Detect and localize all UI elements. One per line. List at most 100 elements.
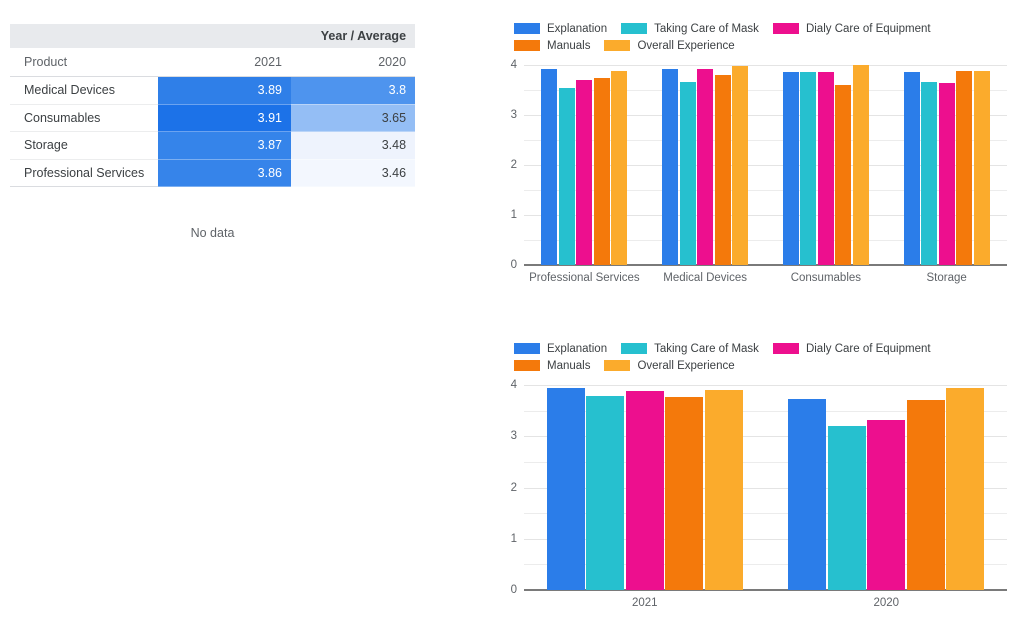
legend-swatch-icon [604,40,631,51]
legend-swatch-icon [772,343,799,354]
table-column-header-row: Product 2021 2020 [10,48,416,77]
x-axis-tick-label: Storage [926,272,967,284]
cell-2021: 3.87 [158,131,291,160]
legend-item[interactable]: Taking Care of Mask [621,20,759,37]
column-header-product[interactable]: Product [10,48,158,77]
table-group-header-label: Year / Average [320,29,407,43]
legend-label: Explanation [547,342,608,355]
bar[interactable] [973,71,990,265]
legend-swatch-icon [772,23,799,34]
cell-product: Consumables [10,104,158,132]
chart-by-year-plot-area: 0 1 2 3 4 2021 2020 [511,379,1007,609]
bar[interactable] [697,68,714,265]
legend-label: Manuals [547,359,591,372]
x-axis-tick-label: Medical Devices [663,272,747,284]
legend-label: Manuals [547,39,591,52]
legend-swatch-icon [514,360,540,371]
bar[interactable] [611,71,628,265]
bar[interactable] [835,85,852,265]
column-header-2021[interactable]: 2021 [158,48,291,77]
y-axis-tick-label: 1 [510,209,517,221]
legend-label: Taking Care of Mask [654,342,759,355]
legend-item[interactable]: Overall Experience [604,357,735,374]
legend-label: Dialy Care of Equipment [805,342,931,355]
table-row[interactable]: Storage 3.87 3.48 [10,131,416,160]
chart-by-product-plot: 0 1 2 3 4 Professional Services Medical Device… [511,59,1007,284]
bar[interactable] [576,79,593,265]
column-header-2020[interactable]: 2020 [291,48,416,77]
bar[interactable] [593,78,610,265]
cell-2020: 3.48 [291,131,416,160]
legend-item[interactable]: Manuals [514,37,590,54]
legend-item[interactable]: Explanation [514,20,607,37]
bar[interactable] [586,396,625,590]
bar[interactable] [541,68,558,265]
bar[interactable] [903,72,920,265]
bar-chart-by-year: Explanation Taking Care of Mask Dialy Care… [496,340,1016,615]
table-group-header-row: Year / Average [10,24,416,48]
dashboard-page: Year / Average Product 2021 2020 Medical… [0,0,1024,622]
bar[interactable] [921,81,938,265]
legend-label: Taking Care of Mask [654,22,759,35]
bar[interactable] [704,389,743,590]
no-data-message: No data [190,226,235,240]
y-axis-tick-label: 4 [510,379,517,391]
bar[interactable] [938,83,955,265]
legend-item[interactable]: Manuals [514,357,590,374]
cell-2020: 3.46 [291,159,416,187]
cell-2020: 3.65 [291,104,416,132]
legend-item[interactable]: Explanation [514,340,607,357]
y-axis-tick-label: 3 [510,109,517,121]
bar[interactable] [662,69,679,265]
legend-swatch-icon [514,23,540,34]
bar[interactable] [732,65,749,265]
x-axis-tick-label: Professional Services [529,272,640,284]
cell-product: Medical Devices [10,76,158,105]
bar[interactable] [800,71,817,265]
legend-label: Overall Experience [637,359,735,372]
chart-by-product-plot-area: 0 1 2 3 4 Professional Services Medical Device… [511,59,1007,284]
y-axis-tick-label: 0 [510,259,517,271]
y-axis-tick-label: 2 [510,159,517,171]
bar[interactable] [867,419,906,590]
product-average-table: Year / Average Product 2021 2020 Medical… [10,24,416,187]
legend-swatch-icon [514,343,540,354]
chart-by-year-plot: 0 1 2 3 4 2021 2020 [511,379,1007,609]
table-row[interactable]: Consumables 3.91 3.65 [10,104,416,132]
bar[interactable] [852,65,869,265]
bar[interactable] [625,391,664,590]
bar[interactable] [558,87,575,265]
bar[interactable] [946,387,985,590]
table-row[interactable]: Professional Services 3.86 3.46 [10,159,416,187]
bar[interactable] [714,75,731,265]
bar[interactable] [817,71,834,265]
legend-label: Overall Experience [637,39,735,52]
legend-item[interactable]: Dialy Care of Equipment [772,20,931,37]
bar[interactable] [906,400,945,590]
gridline-major [524,65,1007,66]
product-average-table-widget: Year / Average Product 2021 2020 Medical… [10,24,416,187]
legend-swatch-icon [621,343,648,354]
chart-by-year-legend: Explanation Taking Care of Mask Dialy Care… [514,340,1014,374]
legend-item[interactable]: Taking Care of Mask [621,340,759,357]
bar[interactable] [665,396,704,590]
legend-label: Explanation [547,22,608,35]
cell-2020: 3.8 [291,76,416,105]
legend-swatch-icon [514,40,540,51]
bar[interactable] [679,82,696,265]
bar[interactable] [827,426,866,590]
bar[interactable] [956,71,973,265]
x-axis-tick-label: 2021 [631,597,658,609]
bar[interactable] [546,387,585,590]
bar[interactable] [788,399,827,590]
table-body: Medical Devices 3.89 3.8 Consumables 3.9… [10,76,416,187]
table-row[interactable]: Medical Devices 3.89 3.8 [10,76,416,105]
legend-item[interactable]: Dialy Care of Equipment [772,340,931,357]
cell-product: Storage [10,131,158,160]
cell-2021: 3.86 [158,159,291,187]
bar[interactable] [782,72,799,265]
y-axis-tick-label: 2 [510,481,517,494]
cell-product: Professional Services [10,159,158,187]
bar-chart-by-product: Explanation Taking Care of Mask Dialy Care… [496,20,1016,290]
legend-item[interactable]: Overall Experience [604,37,735,54]
